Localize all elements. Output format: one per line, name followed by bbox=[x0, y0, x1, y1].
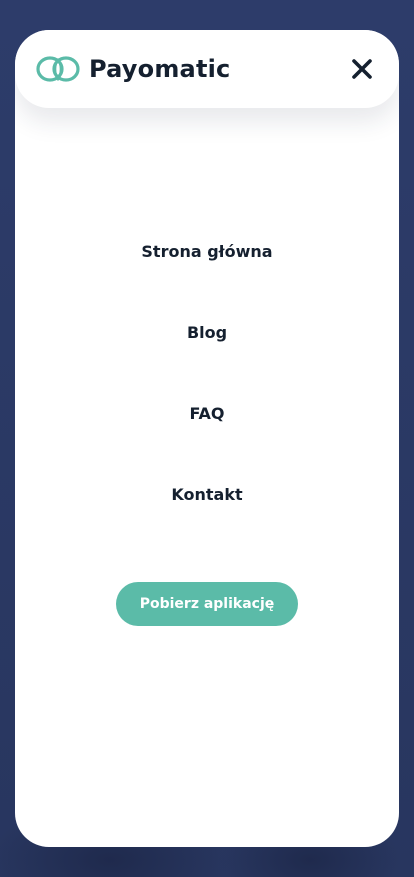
brand-name: Payomatic bbox=[89, 55, 231, 83]
nav-item-contact[interactable]: Kontakt bbox=[15, 483, 399, 507]
close-menu-button[interactable] bbox=[351, 58, 373, 80]
interlocking-hearts-logo-icon bbox=[36, 56, 80, 82]
download-app-button[interactable]: Pobierz aplikację bbox=[116, 582, 298, 626]
nav-item-home[interactable]: Strona główna bbox=[15, 240, 399, 264]
mobile-menu-panel: Payomatic Strona główna Blog FAQ Kontakt… bbox=[15, 30, 399, 847]
nav-item-faq[interactable]: FAQ bbox=[15, 402, 399, 426]
menu-header: Payomatic bbox=[15, 30, 399, 108]
main-navigation: Strona główna Blog FAQ Kontakt bbox=[15, 240, 399, 564]
nav-item-blog[interactable]: Blog bbox=[15, 321, 399, 345]
brand-logo[interactable]: Payomatic bbox=[35, 52, 230, 86]
close-icon bbox=[352, 59, 372, 79]
